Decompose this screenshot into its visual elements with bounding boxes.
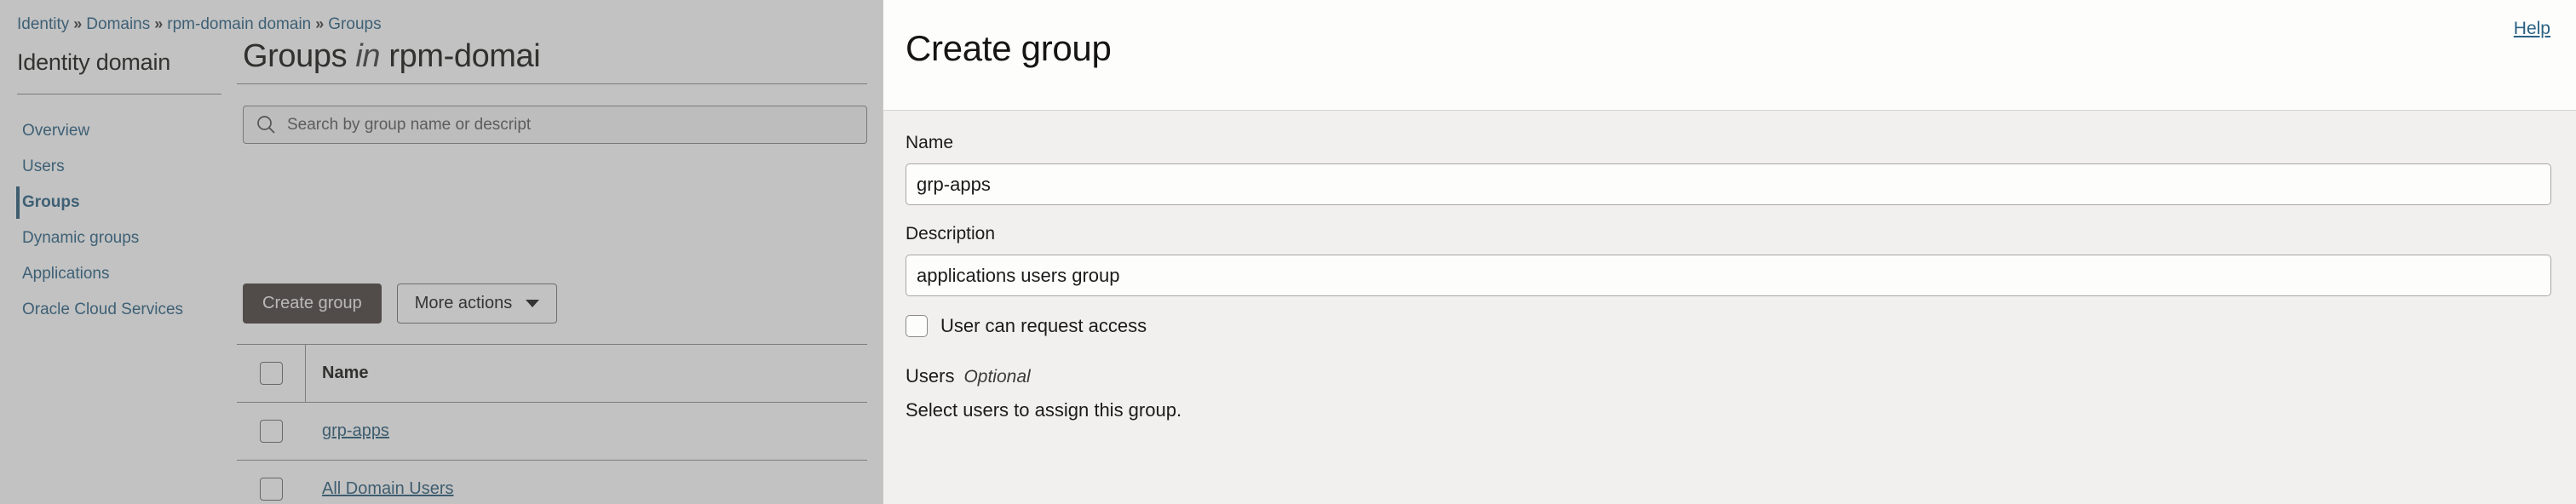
help-link[interactable]: Help	[2514, 19, 2550, 39]
group-link[interactable]: All Domain Users	[322, 479, 453, 498]
sidebar: Identity domain Overview Users Groups Dy…	[0, 41, 237, 504]
description-input[interactable]	[906, 255, 2551, 296]
sidebar-item-label: Groups	[22, 193, 80, 211]
create-group-panel: Create group Help Name Description User …	[883, 0, 2576, 504]
more-actions-button[interactable]: More actions	[396, 284, 558, 324]
breadcrumb-separator: »	[73, 15, 83, 32]
users-label: Users	[906, 365, 955, 387]
users-optional-label: Optional	[963, 367, 1031, 387]
row-name-cell: grp-apps	[306, 421, 389, 441]
name-field-label: Name	[906, 133, 954, 152]
sidebar-item-label: Overview	[22, 122, 90, 140]
breadcrumb-item-domains[interactable]: Domains	[86, 15, 150, 33]
table-header-row: Name	[237, 344, 867, 402]
request-access-label: User can request access	[940, 315, 1147, 336]
more-actions-label: More actions	[414, 294, 513, 312]
request-access-row[interactable]: User can request access	[906, 315, 2554, 337]
users-section-description: Select users to assign this group.	[906, 399, 1182, 421]
search-input[interactable]: Search by group name or descript	[243, 106, 867, 144]
row-name-cell: All Domain Users	[306, 479, 453, 499]
panel-header: Create group Help	[883, 0, 2576, 111]
sidebar-item-label: Dynamic groups	[22, 229, 140, 247]
table-row: grp-apps	[237, 402, 867, 460]
select-all-checkbox[interactable]	[259, 362, 283, 385]
page-title: Groups in rpm-domai	[243, 38, 541, 75]
sidebar-nav: Overview Users Groups Dynamic groups App…	[0, 113, 237, 328]
breadcrumb-item-identity[interactable]: Identity	[17, 15, 69, 33]
column-header-name: Name	[322, 364, 369, 382]
name-input[interactable]	[906, 163, 2551, 205]
sidebar-item-oracle-cloud-services[interactable]: Oracle Cloud Services	[0, 292, 237, 328]
search-icon	[256, 114, 277, 135]
main-divider	[237, 83, 867, 84]
description-field-label: Description	[906, 224, 996, 243]
screen-root: Identity» Domains» rpm-domain domain» Group…	[0, 0, 2576, 504]
sidebar-item-dynamic-groups[interactable]: Dynamic groups	[0, 220, 237, 256]
page-title-in: in	[355, 38, 381, 74]
sidebar-item-label: Oracle Cloud Services	[22, 301, 184, 318]
select-all-cell	[237, 345, 306, 402]
row-checkbox[interactable]	[260, 420, 283, 443]
sidebar-item-applications[interactable]: Applications	[0, 256, 237, 292]
search-placeholder: Search by group name or descript	[287, 115, 532, 134]
background-page: Identity» Domains» rpm-domain domain» Group…	[0, 0, 883, 504]
row-select-cell	[237, 403, 306, 460]
users-section: Users Optional Select users to assign thi…	[906, 365, 2554, 421]
chevron-down-icon	[526, 300, 540, 307]
sidebar-item-label: Users	[22, 158, 65, 175]
users-section-heading: Users Optional	[906, 365, 2554, 387]
page-title-domain: rpm-domai	[388, 38, 541, 74]
sidebar-item-groups[interactable]: Groups	[0, 185, 237, 220]
description-field-group: Description	[906, 224, 2554, 296]
sidebar-item-users[interactable]: Users	[0, 149, 237, 185]
main-content: Groups in rpm-domai Search by group name…	[237, 0, 883, 504]
panel-title: Create group	[906, 28, 1112, 68]
sidebar-item-overview[interactable]: Overview	[0, 113, 237, 149]
page-title-prefix: Groups	[243, 38, 348, 74]
sidebar-title: Identity domain	[17, 49, 171, 75]
sidebar-item-label: Applications	[22, 265, 110, 283]
create-group-button[interactable]: Create group	[243, 284, 382, 324]
name-field-group: Name	[906, 133, 2554, 205]
breadcrumb-separator: »	[154, 15, 164, 32]
group-link[interactable]: grp-apps	[322, 421, 389, 440]
row-checkbox[interactable]	[260, 478, 283, 501]
main-toolbar: Create group More actions	[243, 284, 558, 324]
table-row: All Domain Users	[237, 460, 867, 504]
groups-table: Name grp-apps All Domain Users	[237, 344, 867, 504]
row-select-cell	[237, 461, 306, 504]
panel-body: Name Description User can request access…	[883, 111, 2576, 421]
request-access-checkbox[interactable]	[906, 315, 928, 337]
